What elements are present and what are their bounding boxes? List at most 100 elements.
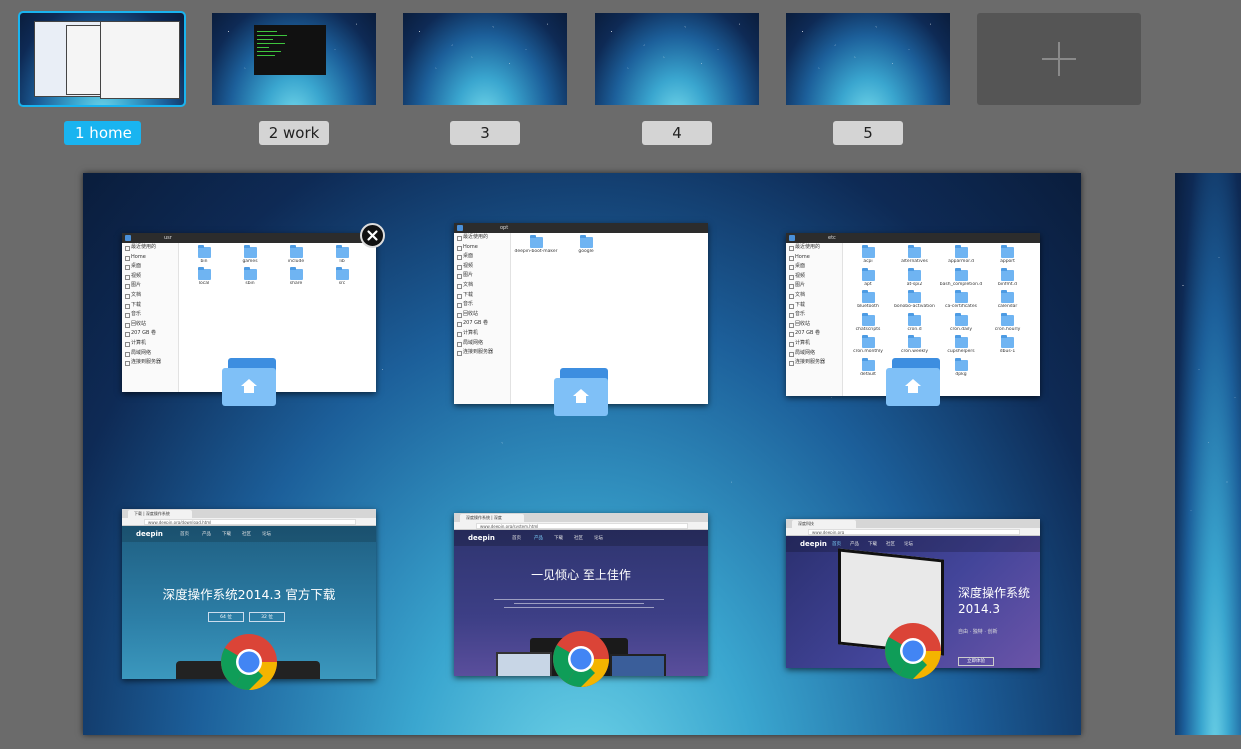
folder-name: cron.daily: [949, 326, 973, 332]
sidebar-item: 计算机: [122, 339, 178, 349]
folder-icon: [1001, 335, 1014, 348]
sidebar-item: 回收站: [454, 310, 510, 320]
hero-headline: 一见倾心 至上佳作: [531, 568, 631, 582]
titlebar: opt: [454, 223, 708, 233]
sidebar: 最近使用的 Home 桌面 视频 图片 文档 下载 音乐 回收站 207 GB 卷计算机 局域网络连…: [454, 233, 511, 404]
folder-item: share: [274, 267, 318, 286]
path-label: opt: [500, 225, 509, 231]
workspace-thumbnail-2[interactable]: [212, 13, 376, 105]
download-64-button: 64 位: [208, 612, 244, 622]
folder-icon: [861, 312, 875, 326]
download-32-button: 32 位: [249, 612, 285, 622]
folder-icon: [861, 245, 875, 258]
sidebar-item: 回收站: [786, 320, 842, 330]
sidebar-item: 文档: [122, 291, 178, 301]
folder-name: lib: [339, 259, 345, 264]
folder-item: cron.weekly: [893, 335, 937, 354]
workspace-label-2[interactable]: 2 work: [259, 121, 329, 145]
browser-tab: 深度科技: [792, 520, 856, 528]
folder-icon: [197, 245, 211, 258]
nav-item: 论坛: [262, 532, 271, 537]
path-label: usr: [164, 235, 172, 241]
folder-item: cron.daily: [939, 312, 983, 332]
workspace-label-1[interactable]: 1 home: [64, 121, 141, 145]
nav-item: 论坛: [594, 536, 603, 541]
sidebar: 最近使用的 Home 桌面 视频 图片 文档 下载 音乐 回收站 207 GB 卷计算机 局域网络连…: [122, 243, 179, 392]
mini-terminal: [254, 25, 326, 75]
folder-icon: [954, 335, 968, 348]
next-workspace-preview[interactable]: [1175, 173, 1241, 735]
folder-name: binfmt.d: [998, 281, 1017, 287]
add-workspace-button[interactable]: [977, 13, 1141, 105]
folder-item: cupshelpers: [939, 335, 983, 354]
folder-icon: [908, 335, 921, 348]
sidebar-item: 连接到服务器: [786, 358, 842, 368]
site-logo: deepin: [800, 540, 827, 548]
folder-item: at-spi2: [893, 267, 937, 287]
sidebar-item: 局域网络: [454, 339, 510, 349]
folder-name: cron.hourly: [994, 326, 1021, 332]
sidebar-item: 连接到服务器: [454, 348, 510, 358]
folder-icon: [861, 357, 875, 371]
file-manager-app-icon: [222, 358, 276, 406]
site-logo: deepin: [468, 534, 495, 542]
folder-name: google: [578, 249, 594, 254]
sidebar-item: 文档: [786, 291, 842, 301]
folder-item: binfmt.d: [986, 267, 1030, 287]
workspace-thumbnail-1[interactable]: [18, 11, 186, 107]
sidebar-item: 207 GB 卷: [454, 319, 510, 329]
sidebar-item: 桌面: [122, 262, 178, 272]
folder-icon: [954, 245, 968, 258]
folder-name: cron.monthly: [853, 349, 883, 354]
workspace-label-4[interactable]: 4: [642, 121, 712, 145]
sidebar-item: 计算机: [454, 329, 510, 339]
sidebar-item: 视频: [786, 272, 842, 282]
sidebar-item: 局域网络: [122, 349, 178, 359]
folder-icon: [954, 290, 968, 303]
screen-image: [610, 654, 666, 676]
workspace-thumbnail-3[interactable]: [403, 13, 567, 105]
folder-name: apport: [1000, 259, 1015, 264]
nav-item: 下载: [222, 532, 231, 537]
workspace-thumbnail-4[interactable]: [595, 13, 759, 105]
folder-icon: [954, 267, 968, 281]
address-bar: www.deepin.org/system.html: [476, 523, 688, 529]
folder-name: calendar: [997, 304, 1018, 309]
close-window-button[interactable]: [360, 223, 385, 248]
sidebar-item: 计算机: [786, 339, 842, 349]
folder-item: lib: [320, 245, 364, 264]
sidebar: 最近使用的 Home 桌面 视频 图片 文档 下载 音乐 回收站 207 GB 卷计算机 局域网络连…: [786, 243, 843, 396]
file-manager-app-icon: [886, 358, 940, 406]
folder-icon: [1001, 312, 1014, 326]
file-manager-app-icon: [554, 368, 608, 416]
hero-headline: 深度操作系统2014.3 官方下载: [162, 587, 336, 602]
sidebar-item: Home: [454, 243, 510, 253]
folder-name: src: [338, 281, 346, 286]
folder-icon: [1001, 290, 1014, 303]
folder-name: deepin-boot-maker: [514, 249, 558, 254]
workspace-thumbnail-5[interactable]: [786, 13, 950, 105]
folder-name: apt: [864, 281, 872, 287]
folder-name: cupshelpers: [947, 349, 975, 354]
hero-paragraph: [494, 596, 664, 618]
folder-name: apparmor.d: [948, 259, 974, 264]
sidebar-item: 回收站: [122, 320, 178, 330]
folder-item: bin: [182, 245, 226, 264]
folder-item: games: [228, 245, 272, 264]
workspace-label-3[interactable]: 3: [450, 121, 520, 145]
titlebar: etc: [786, 233, 1040, 243]
folder-name: games: [242, 259, 258, 264]
hero-tagline: 自由 · 独特 · 创新: [958, 629, 998, 635]
folder-item: src: [320, 267, 364, 286]
address-bar: www.deepin.org: [808, 529, 1020, 535]
hero-version: 2014.3: [958, 602, 1000, 616]
sidebar-item: 视频: [122, 272, 178, 282]
folder-item: apt: [846, 267, 890, 287]
folder-item: dpkg: [939, 357, 983, 377]
sidebar-item: 局域网络: [786, 349, 842, 359]
close-icon: [367, 230, 378, 241]
folder-item: ca-certificates: [939, 290, 983, 309]
workspace-label-5[interactable]: 5: [833, 121, 903, 145]
nav-item: 首页: [512, 536, 521, 541]
folder-icon: [335, 267, 349, 280]
